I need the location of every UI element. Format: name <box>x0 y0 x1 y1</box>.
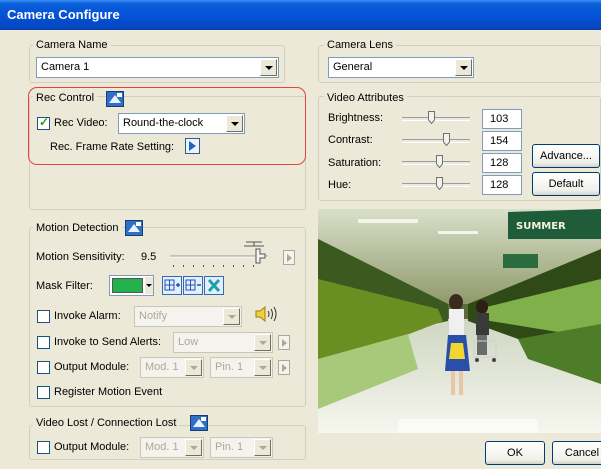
rec-control-legend: Rec Control <box>33 92 98 104</box>
contrast-slider-thumb[interactable] <box>443 133 450 146</box>
brightness-label: Brightness: <box>328 112 384 124</box>
video-lost-module-value: Mod. 1 <box>145 441 179 453</box>
hue-value[interactable]: 128 <box>482 175 522 195</box>
invoke-alarm-combo[interactable]: Notify <box>134 306 242 327</box>
output-module-value: Mod. 1 <box>145 361 179 373</box>
camera-lens-combo[interactable]: General <box>328 57 474 78</box>
summer-sign: SUMMER <box>516 221 566 232</box>
rec-video-label: Rec Video: <box>54 117 108 129</box>
chevron-down-icon[interactable] <box>185 359 202 376</box>
invoke-alerts-combo[interactable]: Low <box>173 332 273 353</box>
video-attributes-legend: Video Attributes <box>324 92 407 104</box>
saturation-value[interactable]: 128 <box>482 153 522 173</box>
output-pin-combo[interactable]: Pin. 1 <box>210 357 273 378</box>
brightness-value[interactable]: 103 <box>482 109 522 129</box>
mask-color-picker[interactable] <box>109 275 154 296</box>
speaker-icon[interactable] <box>254 305 278 323</box>
register-motion-event-label: Register Motion Event <box>54 386 163 398</box>
mask-filter-label: Mask Filter: <box>36 280 93 292</box>
saturation-label: Saturation: <box>328 157 382 169</box>
rec-video-combo[interactable]: Round-the-clock <box>118 113 245 134</box>
invoke-alarm-label: Invoke Alarm: <box>54 310 121 322</box>
schedule-icon[interactable] <box>125 220 143 236</box>
chevron-down-icon[interactable] <box>254 359 271 376</box>
chevron-down-icon[interactable] <box>260 59 277 76</box>
output-pin-value: Pin. 1 <box>215 361 244 373</box>
output-module-label: Output Module: <box>54 361 130 373</box>
camera-name-value: Camera 1 <box>41 61 90 73</box>
output-module-checkbox[interactable] <box>37 361 50 374</box>
ok-button[interactable]: OK <box>485 441 545 465</box>
frame-rate-label: Rec. Frame Rate Setting: <box>50 141 175 153</box>
advance-button[interactable]: Advance... <box>532 144 600 168</box>
window-title: Camera Configure <box>7 7 120 22</box>
camera-lens-legend: Camera Lens <box>324 39 397 51</box>
invoke-alarm-value: Notify <box>139 310 168 322</box>
brightness-slider[interactable] <box>402 117 470 121</box>
chevron-down-icon[interactable] <box>226 115 243 132</box>
invoke-alerts-label: Invoke to Send Alerts: <box>54 336 162 348</box>
chevron-down-icon[interactable] <box>254 439 271 456</box>
invoke-alerts-value: Low <box>178 336 199 348</box>
brightness-slider-thumb[interactable] <box>428 111 435 124</box>
video-lost-module-combo[interactable]: Mod. 1 <box>140 437 204 458</box>
invoke-alarm-checkbox[interactable] <box>37 310 50 323</box>
chevron-down-icon[interactable] <box>145 277 153 294</box>
add-mask-icon[interactable] <box>162 276 182 295</box>
rec-video-value: Round-the-clock <box>123 117 204 129</box>
camera-configure-dialog: Camera Configure Camera Name Camera 1 Ca… <box>0 0 601 469</box>
play-arrow-icon[interactable] <box>283 250 295 265</box>
chevron-down-icon[interactable] <box>185 439 202 456</box>
cancel-button[interactable]: Cancel <box>552 441 601 465</box>
invoke-alerts-checkbox[interactable] <box>37 336 50 349</box>
motion-detection-legend: Motion Detection <box>33 222 122 234</box>
motion-sensitivity-slider[interactable] <box>168 236 274 270</box>
rec-video-checkbox[interactable] <box>37 115 50 130</box>
play-arrow-icon[interactable] <box>278 335 290 350</box>
video-lost-output-label: Output Module: <box>54 441 130 453</box>
register-motion-event-checkbox[interactable] <box>37 386 50 399</box>
motion-sensitivity-value: 9.5 <box>141 251 157 263</box>
camera-preview-image: SUMMER <box>318 209 601 433</box>
chevron-down-icon[interactable] <box>455 59 472 76</box>
contrast-slider[interactable] <box>402 139 470 143</box>
title-bar: Camera Configure <box>0 0 601 30</box>
video-lost-pin-value: Pin. 1 <box>215 441 244 453</box>
play-arrow-icon[interactable] <box>185 138 200 154</box>
camera-preview: SUMMER <box>318 209 601 433</box>
schedule-icon[interactable] <box>106 91 124 107</box>
camera-name-legend: Camera Name <box>33 39 111 51</box>
camera-name-combo[interactable]: Camera 1 <box>36 57 279 78</box>
output-module-combo[interactable]: Mod. 1 <box>140 357 204 378</box>
video-lost-output-checkbox[interactable] <box>37 441 50 454</box>
camera-lens-value: General <box>333 61 373 73</box>
clear-mask-icon[interactable] <box>204 276 224 295</box>
hue-slider-thumb[interactable] <box>436 177 443 190</box>
video-lost-legend: Video Lost / Connection Lost <box>33 417 180 429</box>
hue-label: Hue: <box>328 179 352 191</box>
contrast-value[interactable]: 154 <box>482 131 522 151</box>
play-arrow-icon[interactable] <box>278 360 290 375</box>
chevron-down-icon[interactable] <box>223 308 240 325</box>
motion-sensitivity-label: Motion Sensitivity: <box>36 251 125 263</box>
contrast-label: Contrast: <box>328 134 373 146</box>
video-lost-pin-combo[interactable]: Pin. 1 <box>210 437 273 458</box>
remove-mask-icon[interactable] <box>183 276 203 295</box>
mask-color-swatch <box>112 278 143 293</box>
schedule-icon[interactable] <box>190 415 208 431</box>
chevron-down-icon[interactable] <box>254 334 271 351</box>
default-button[interactable]: Default <box>532 172 600 196</box>
saturation-slider-thumb[interactable] <box>436 155 443 168</box>
